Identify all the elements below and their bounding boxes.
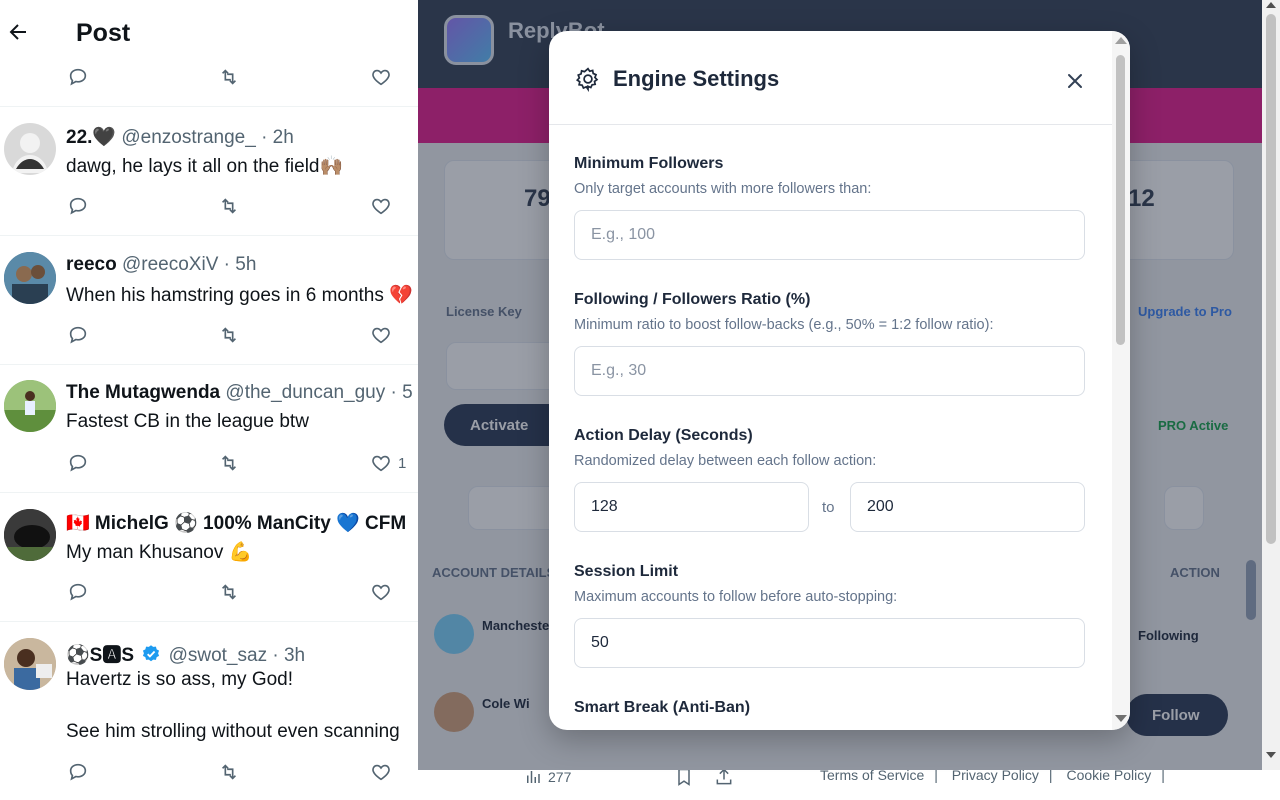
tweet-header: reeco @reecoXiV · 5h — [66, 254, 256, 276]
tweet-handle[interactable]: @the_duncan_guy · 5 — [225, 382, 412, 403]
min-followers-help: Only target accounts with more followers… — [574, 181, 872, 197]
avatar[interactable] — [4, 638, 56, 690]
ratio-label: Following / Followers Ratio (%) — [574, 291, 811, 308]
tweet-text: dawg, he lays it all on the field🙌🏽 — [66, 156, 344, 177]
tweet-feed: Post 22.🖤 @enzostrange_ · 2h dawg, he la… — [0, 0, 418, 800]
reply-icon[interactable] — [67, 195, 89, 217]
retweet-icon[interactable] — [218, 324, 240, 346]
gear-icon — [575, 67, 599, 92]
scroll-up-arrow-icon[interactable] — [1266, 2, 1276, 8]
modal-title: Engine Settings — [613, 66, 780, 91]
ratio-input[interactable] — [574, 346, 1085, 396]
reply-icon[interactable] — [67, 452, 89, 474]
tweet-author-name[interactable]: ⚽S🅰S — [66, 645, 134, 666]
tweet-author-name[interactable]: 🇨🇦 MichelG ⚽ 100% ManCity 💙 CFM — [66, 513, 406, 534]
retweet-icon[interactable] — [218, 195, 240, 217]
tweet-actions: 1 — [0, 452, 418, 482]
back-arrow-icon[interactable] — [6, 20, 30, 44]
close-icon[interactable] — [1065, 71, 1085, 91]
divider — [0, 621, 418, 622]
page-title: Post — [76, 19, 131, 47]
reply-icon[interactable] — [67, 761, 89, 783]
verified-badge-icon — [141, 644, 161, 670]
avatar[interactable] — [4, 380, 56, 432]
avatar[interactable] — [4, 509, 56, 561]
page-scrollbar[interactable] — [1262, 0, 1280, 770]
modal-header: Engine Settings — [549, 31, 1112, 125]
tweet-header: ⚽S🅰S @swot_saz · 3h — [66, 640, 305, 670]
tweet-actions — [0, 581, 418, 611]
like-count: 1 — [398, 454, 407, 472]
tweet-header: The Mutagwenda @the_duncan_guy · 5 — [66, 382, 413, 404]
session-limit-help: Maximum accounts to follow before auto-s… — [574, 589, 898, 605]
tweet-handle[interactable]: @reecoXiV · 5h — [122, 254, 256, 275]
min-followers-input[interactable] — [574, 210, 1085, 260]
divider — [0, 106, 418, 107]
post-actions — [0, 66, 418, 96]
delay-help: Randomized delay between each follow act… — [574, 453, 877, 469]
tweet-text: When his hamstring goes in 6 months 💔 — [66, 285, 413, 306]
tweet-header: 22.🖤 @enzostrange_ · 2h — [66, 125, 294, 149]
retweet-icon[interactable] — [218, 581, 240, 603]
tweet-author-name[interactable]: reeco — [66, 254, 117, 275]
reply-icon[interactable] — [67, 324, 89, 346]
delay-label: Action Delay (Seconds) — [574, 427, 753, 444]
reply-icon[interactable] — [67, 66, 89, 88]
tweet-text-line2: See him strolling without even scanning — [66, 721, 400, 742]
modal-scroll-up-icon[interactable] — [1115, 37, 1127, 44]
min-followers-label: Minimum Followers — [574, 155, 724, 172]
view-count[interactable]: 277 — [524, 768, 571, 786]
session-limit-label: Session Limit — [574, 563, 679, 580]
views-icon — [527, 771, 540, 783]
scroll-down-arrow-icon[interactable] — [1266, 752, 1276, 758]
session-limit-input[interactable] — [574, 618, 1085, 668]
retweet-icon[interactable] — [218, 761, 240, 783]
tweet-handle[interactable]: @swot_saz · 3h — [169, 645, 306, 666]
tweet-text: Havertz is so ass, my God! — [66, 669, 294, 690]
tweet-header: 🇨🇦 MichelG ⚽ 100% ManCity 💙 CFM — [66, 511, 406, 535]
avatar[interactable] — [4, 252, 56, 304]
delay-to-label: to — [822, 499, 835, 516]
retweet-icon[interactable] — [218, 66, 240, 88]
reply-icon[interactable] — [67, 581, 89, 603]
engine-settings-modal: Engine Settings Minimum Followers Only t… — [549, 31, 1130, 730]
tweet-text: Fastest CB in the league btw — [66, 411, 309, 432]
divider — [0, 492, 418, 493]
tweet-text: My man Khusanov 💪 — [66, 542, 253, 563]
like-icon[interactable] — [370, 195, 392, 217]
like-icon[interactable] — [370, 581, 392, 603]
tweet-author-name[interactable]: 22.🖤 — [66, 127, 116, 148]
modal-scrollbar-thumb[interactable] — [1116, 55, 1125, 345]
avatar[interactable] — [4, 123, 56, 175]
divider — [0, 235, 418, 236]
delay-max-input[interactable] — [850, 482, 1085, 532]
retweet-icon[interactable] — [218, 452, 240, 474]
tweet-actions — [0, 761, 418, 791]
view-count-value: 277 — [548, 769, 572, 785]
ratio-help: Minimum ratio to boost follow-backs (e.g… — [574, 317, 994, 333]
tweet-handle[interactable]: @enzostrange_ · 2h — [121, 127, 293, 148]
smart-break-label: Smart Break (Anti-Ban) — [574, 699, 751, 716]
modal-scroll-down-icon[interactable] — [1115, 715, 1127, 722]
scrollbar-thumb[interactable] — [1266, 14, 1276, 544]
tweet-actions — [0, 324, 418, 354]
feed-header: Post — [0, 0, 418, 64]
like-icon[interactable] — [370, 324, 392, 346]
like-icon[interactable]: 1 — [370, 452, 406, 474]
like-icon[interactable] — [370, 66, 392, 88]
tweet-actions — [0, 195, 418, 225]
tweet-author-name[interactable]: The Mutagwenda — [66, 382, 220, 403]
delay-min-input[interactable] — [574, 482, 809, 532]
like-icon[interactable] — [370, 761, 392, 783]
modal-scrollbar[interactable] — [1112, 31, 1130, 730]
divider — [0, 364, 418, 365]
